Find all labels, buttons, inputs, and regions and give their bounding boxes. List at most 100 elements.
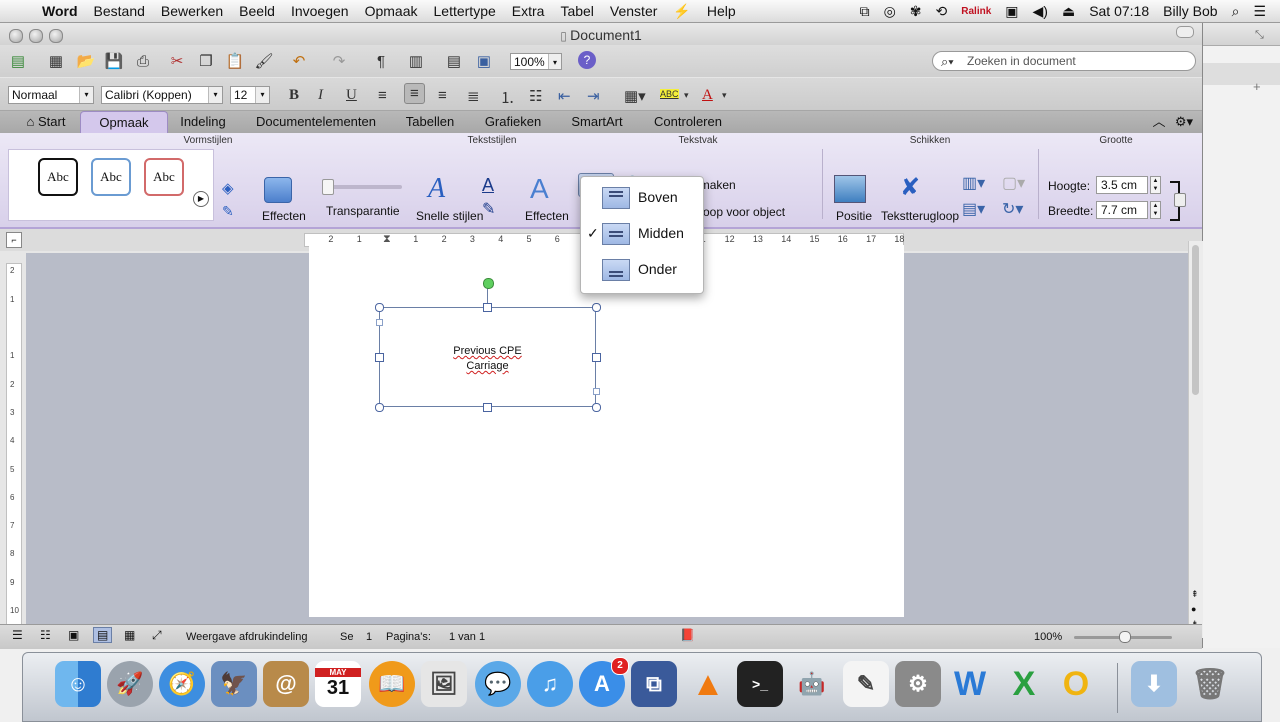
help-icon[interactable]: ? bbox=[578, 51, 596, 69]
menu-invoegen[interactable]: Invoegen bbox=[291, 3, 349, 19]
italic-icon[interactable]: I bbox=[318, 87, 323, 104]
text-fill-icon[interactable]: A bbox=[482, 175, 494, 196]
rotate-icon[interactable]: ↻▾ bbox=[1002, 199, 1023, 219]
spelling-check-icon[interactable]: 📕 bbox=[680, 628, 695, 642]
launchpad-icon[interactable]: 🚀 bbox=[107, 661, 153, 707]
menu-opmaak[interactable]: Opmaak bbox=[365, 3, 418, 19]
print-layout-view-icon[interactable]: ▤ bbox=[93, 627, 113, 643]
paste-icon[interactable]: 📋 bbox=[225, 51, 245, 71]
decrease-indent-icon[interactable]: ⇤ bbox=[558, 87, 571, 105]
automator-icon[interactable]: 🤖 bbox=[789, 661, 835, 707]
vertical-ruler[interactable]: 2 1 1 2 3 4 5 6 7 8 9 10 bbox=[6, 263, 22, 636]
align-top-option[interactable]: Boven bbox=[581, 180, 703, 216]
tab-smartart[interactable]: SmartArt bbox=[562, 111, 632, 132]
app-store-icon[interactable]: A2 bbox=[579, 657, 629, 707]
new-document-icon[interactable]: ▤ bbox=[8, 51, 28, 71]
menu-venster[interactable]: Venster bbox=[610, 3, 657, 19]
gallery-icon[interactable]: ▦ bbox=[46, 51, 66, 71]
shape-style-blue[interactable]: Abc bbox=[91, 158, 131, 196]
height-field[interactable]: 3.5 cm bbox=[1096, 176, 1148, 194]
tab-documentelementen[interactable]: Documentelementen bbox=[246, 111, 386, 132]
align-objects-icon[interactable]: ▤▾ bbox=[962, 199, 985, 219]
terminal-icon[interactable]: >_ bbox=[737, 661, 783, 707]
cut-icon[interactable]: ✂ bbox=[167, 51, 187, 71]
align-bottom-option[interactable]: Onder bbox=[581, 252, 703, 288]
previous-page-icon[interactable]: ⇞ bbox=[1191, 589, 1199, 600]
browse-object-icon[interactable]: ● bbox=[1191, 604, 1196, 614]
font-size-select[interactable]: 12 ▾ bbox=[230, 86, 270, 104]
spotlight-icon[interactable]: ⌕ bbox=[1232, 3, 1240, 20]
shape-style-red[interactable]: Abc bbox=[144, 158, 184, 196]
trash-icon[interactable]: 🗑 bbox=[1187, 661, 1233, 707]
wrap-text-icon[interactable]: ✘ bbox=[900, 173, 920, 202]
screen-share-icon[interactable]: ⧉ bbox=[860, 3, 870, 20]
bg-window-resize-icon[interactable]: ⤡ bbox=[1255, 29, 1264, 42]
transparency-slider[interactable] bbox=[326, 185, 402, 189]
ralink-status[interactable]: Ralink bbox=[961, 6, 991, 17]
menu-tabel[interactable]: Tabel bbox=[560, 3, 593, 19]
group-objects-icon[interactable]: ▢▾ bbox=[1002, 173, 1025, 193]
menu-lettertype[interactable]: Lettertype bbox=[434, 3, 496, 19]
input-menu-icon[interactable]: ▣ bbox=[1005, 3, 1018, 20]
text-effects-icon[interactable]: A bbox=[530, 173, 549, 205]
justify-icon[interactable]: ≣ bbox=[467, 87, 480, 105]
sidebar-toggle-icon[interactable]: ▥ bbox=[406, 51, 426, 71]
position-icon[interactable] bbox=[834, 175, 866, 203]
draft-view-icon[interactable]: ☰ bbox=[12, 628, 23, 642]
align-left-icon[interactable]: ≡ bbox=[378, 87, 387, 104]
bg-window-add-icon[interactable]: + bbox=[1253, 79, 1261, 94]
redo-icon[interactable]: ↷ bbox=[329, 51, 349, 71]
wrap-object-label[interactable]: oop voor object bbox=[703, 205, 785, 219]
shape-effects-icon[interactable] bbox=[264, 177, 292, 203]
highlight-arrow-icon[interactable]: ▾ bbox=[684, 90, 689, 101]
position-label[interactable]: Positie bbox=[836, 209, 872, 223]
text-outline-icon[interactable]: ✎ bbox=[482, 199, 495, 219]
menu-help[interactable]: Help bbox=[707, 3, 736, 19]
publishing-view-icon[interactable]: ▣ bbox=[68, 628, 79, 642]
toolbar-toggle-button[interactable] bbox=[1176, 26, 1194, 38]
width-stepper[interactable]: ▲ ▼ bbox=[1150, 201, 1161, 219]
search-field[interactable]: ⌕▾ Zoeken in document bbox=[932, 51, 1196, 71]
clock[interactable]: Sat 07:18 bbox=[1089, 3, 1149, 19]
volume-icon[interactable]: ◀) bbox=[1033, 3, 1048, 20]
search-icon[interactable]: ⌕▾ bbox=[941, 53, 954, 71]
paw-icon[interactable]: ✾ bbox=[910, 3, 922, 20]
fill-icon[interactable]: ◈ bbox=[222, 179, 234, 197]
open-icon[interactable]: 📂 bbox=[76, 51, 96, 71]
zoom-slider-thumb[interactable] bbox=[1119, 631, 1131, 643]
media-browser-icon[interactable]: ▣ bbox=[474, 51, 494, 71]
ribbon-settings-icon[interactable]: ⚙▾ bbox=[1172, 111, 1196, 132]
resize-handle-s[interactable] bbox=[483, 403, 492, 412]
menu-beeld[interactable]: Beeld bbox=[239, 3, 275, 19]
ibooks-icon[interactable]: 📖 bbox=[369, 661, 415, 707]
resize-handle-ne[interactable] bbox=[592, 303, 601, 312]
resize-handle-sw[interactable] bbox=[375, 403, 384, 412]
notification-list-icon[interactable]: ☰ bbox=[1253, 3, 1266, 20]
collapse-ribbon-icon[interactable]: ︿ bbox=[1150, 111, 1168, 132]
line-color-icon[interactable]: ✎ bbox=[222, 203, 234, 220]
calendar-icon[interactable]: MAY 31 bbox=[315, 661, 361, 707]
notebook-view-icon[interactable]: ▦ bbox=[124, 628, 135, 642]
menu-bewerken[interactable]: Bewerken bbox=[161, 3, 223, 19]
lock-aspect-icon[interactable] bbox=[1174, 193, 1186, 207]
system-preferences-icon[interactable]: ⚙ bbox=[895, 661, 941, 707]
resize-handle-nw[interactable] bbox=[375, 303, 384, 312]
quick-styles-label[interactable]: Snelle stijlen bbox=[416, 209, 483, 223]
bold-icon[interactable]: B bbox=[289, 87, 299, 104]
menu-app-name[interactable]: Word bbox=[42, 3, 78, 19]
rotation-handle[interactable] bbox=[483, 278, 494, 289]
underline-icon[interactable]: U bbox=[346, 87, 357, 104]
shape-style-black[interactable]: Abc bbox=[38, 158, 78, 196]
finder-icon[interactable]: ☺ bbox=[55, 661, 101, 707]
text-link-handle-out[interactable] bbox=[593, 388, 600, 395]
wifi-monitor-icon[interactable]: ◎ bbox=[884, 3, 896, 20]
gallery-next-icon[interactable]: ▶ bbox=[193, 191, 209, 207]
vlc-icon[interactable]: ▲ bbox=[685, 661, 731, 707]
zoom-select[interactable]: 100% ▾ bbox=[510, 53, 562, 70]
tab-controleren[interactable]: Controleren bbox=[642, 111, 734, 132]
scrollbar-thumb[interactable] bbox=[1192, 245, 1199, 395]
save-icon[interactable]: 💾 bbox=[104, 51, 124, 71]
eject-icon[interactable]: ⏏ bbox=[1062, 3, 1075, 20]
shape-effects-label[interactable]: Effecten bbox=[262, 209, 306, 223]
text-effects-label[interactable]: Effecten bbox=[525, 209, 569, 223]
